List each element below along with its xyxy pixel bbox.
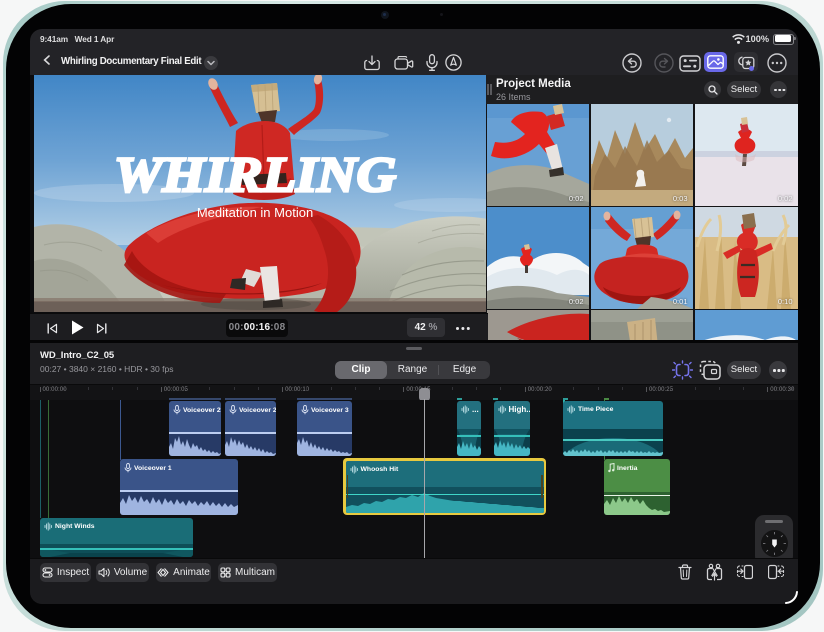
svg-text:Meditation in Motion: Meditation in Motion — [197, 205, 313, 220]
svg-text:WHIRLING: WHIRLING — [114, 146, 396, 202]
